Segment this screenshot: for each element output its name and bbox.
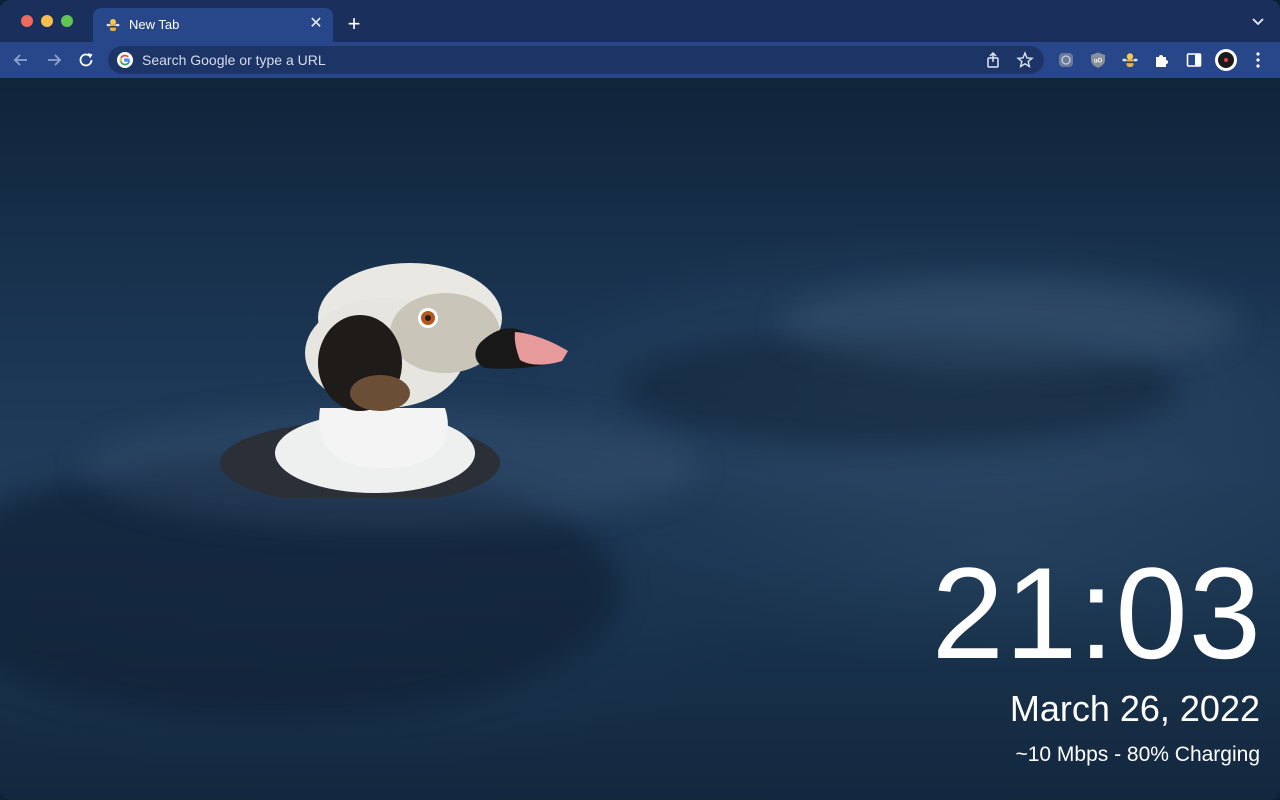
network-battery-status: ~10 Mbps - 80% Charging	[1015, 743, 1260, 766]
ublock-origin-icon[interactable]: uO	[1089, 51, 1107, 69]
side-panel-icon[interactable]	[1185, 51, 1203, 69]
arrow-left-icon[interactable]	[11, 50, 31, 70]
zoom-window-button[interactable]	[61, 15, 73, 27]
google-icon	[117, 52, 133, 68]
duck-image	[220, 263, 568, 498]
date: March 26, 2022	[1009, 688, 1260, 729]
arrow-right-icon[interactable]	[44, 50, 64, 70]
browser-window: New Tab ✕ + Search Google or type a URL …	[0, 0, 1280, 800]
minimize-window-button[interactable]	[41, 15, 53, 27]
kebab-menu-icon[interactable]	[1250, 51, 1266, 69]
plus-icon: +	[347, 11, 361, 36]
close-icon[interactable]: ✕	[307, 15, 325, 33]
bee-mascot-icon	[106, 19, 120, 31]
close-window-button[interactable]	[21, 15, 33, 27]
chevron-down-icon[interactable]	[1250, 16, 1266, 28]
reload-icon[interactable]	[76, 50, 96, 70]
star-icon[interactable]	[1016, 51, 1034, 69]
new-tab-button[interactable]: +	[344, 11, 364, 36]
tab-new-tab[interactable]: New Tab ✕	[93, 8, 333, 42]
avatar[interactable]	[1215, 49, 1237, 71]
tab-title: New Tab	[129, 17, 180, 32]
extension-shield-icon[interactable]	[1057, 51, 1075, 69]
omnibox[interactable]: Search Google or type a URL	[108, 46, 1044, 74]
clock: 21:03	[931, 540, 1262, 686]
svg-text:uO: uO	[1094, 59, 1103, 65]
omnibox-placeholder: Search Google or type a URL	[142, 52, 326, 68]
tab-strip: New Tab ✕ +	[0, 0, 1280, 42]
puzzle-icon[interactable]	[1153, 51, 1171, 69]
toolbar: Search Google or type a URL uO	[0, 42, 1280, 78]
water-highlight	[780, 278, 1240, 368]
bee-extension-icon[interactable]	[1121, 51, 1139, 69]
new-tab-page: 21:03 March 26, 2022 ~10 Mbps - 80% Char…	[0, 78, 1280, 800]
share-icon[interactable]	[984, 51, 1002, 69]
profile-icon	[1218, 52, 1234, 68]
